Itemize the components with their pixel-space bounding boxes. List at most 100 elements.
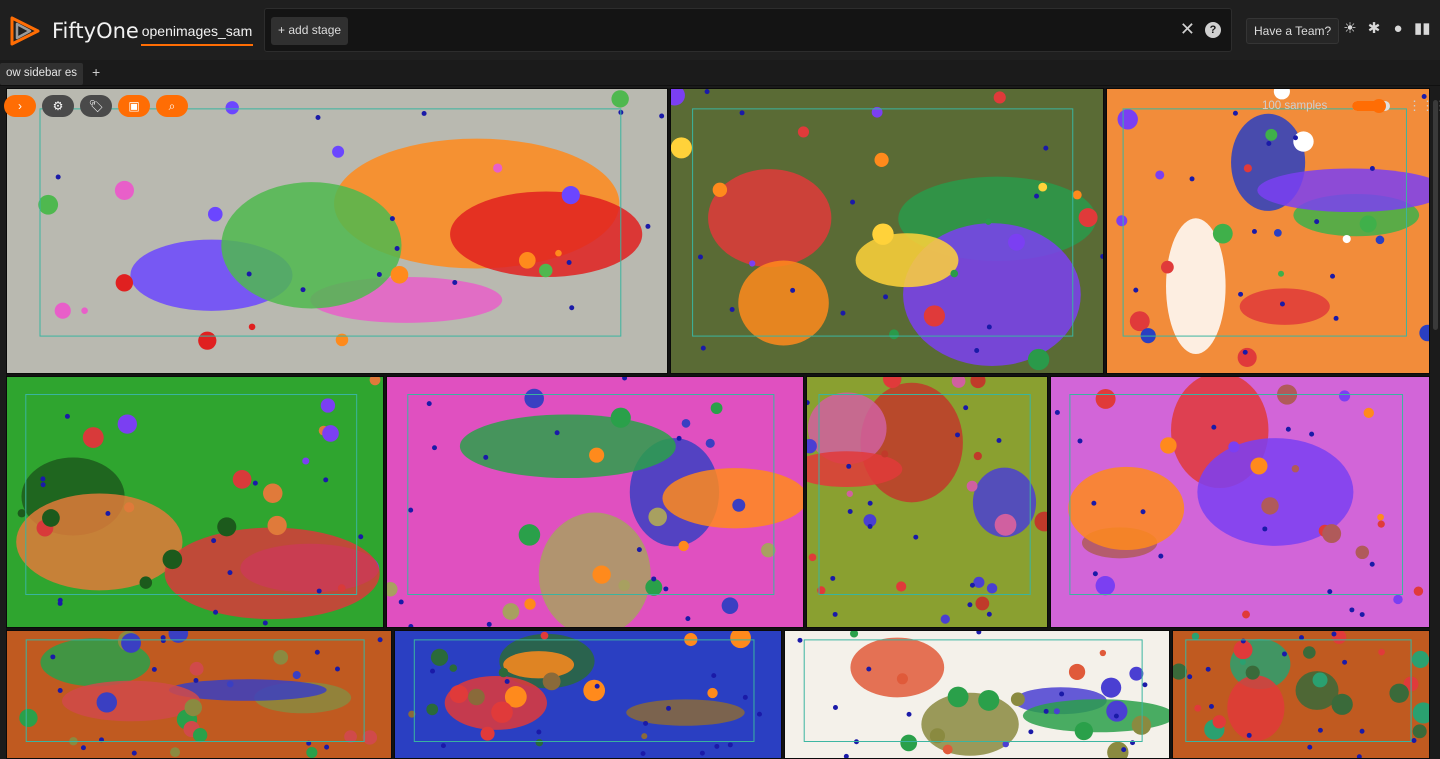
mask-fragment <box>900 734 918 752</box>
search-icon[interactable]: ⌕ <box>156 95 188 117</box>
new-panel-button[interactable]: + <box>92 64 100 80</box>
slack-icon[interactable]: ✱ <box>1366 20 1382 38</box>
settings-icon[interactable]: ⚙ <box>42 95 74 117</box>
sample-tile-dog-standing[interactable] <box>806 376 1048 628</box>
sample-tile-dog-head[interactable] <box>1172 630 1430 759</box>
mask-fragment <box>761 542 776 558</box>
keypoint <box>1043 145 1049 151</box>
github-icon[interactable]: ● <box>1390 20 1406 38</box>
mask-fragment <box>162 549 183 570</box>
keypoint <box>1211 424 1217 430</box>
mask-fragment <box>449 664 458 672</box>
sample-tile-airplane[interactable] <box>6 88 668 374</box>
keypoint <box>676 435 682 441</box>
keypoint <box>666 705 672 711</box>
fiftyone-logo[interactable] <box>8 14 42 48</box>
mask-fragment <box>170 747 181 758</box>
keypoint <box>1142 682 1148 688</box>
segmentation-overlay <box>395 631 781 758</box>
zoom-slider-knob[interactable] <box>1371 99 1386 113</box>
sample-tile-airplane-sky[interactable] <box>1050 376 1430 628</box>
mask-fragment <box>518 524 541 546</box>
segmentation-overlay <box>671 89 1103 373</box>
mask-fragment <box>986 583 998 594</box>
sample-tile-trees[interactable] <box>394 630 782 759</box>
clear-view-icon[interactable]: ✕ <box>1180 19 1195 40</box>
mask-fragment <box>1243 164 1252 173</box>
mask-region <box>738 260 829 346</box>
segmentation-overlay <box>1173 631 1429 758</box>
keypoint <box>486 621 492 627</box>
mask-fragment <box>1155 170 1165 180</box>
mask-fragment <box>430 648 449 666</box>
theme-icon[interactable]: ☀ <box>1342 20 1358 38</box>
keypoint <box>1359 612 1365 618</box>
tag-icon[interactable]: 🏷 <box>80 95 112 117</box>
dataset-selector[interactable]: openimages_sam <box>141 14 253 46</box>
add-stage-button[interactable]: + add stage <box>271 17 349 45</box>
keypoint <box>830 575 836 581</box>
mask-fragment <box>940 614 950 624</box>
keypoint <box>739 110 745 116</box>
keypoint <box>1317 727 1323 733</box>
show-sidebar-button[interactable]: › <box>4 95 36 117</box>
mask-fragment <box>707 687 718 699</box>
keypoint <box>963 405 969 411</box>
selection-icon[interactable]: ▣ <box>118 95 150 117</box>
mask-fragment <box>1038 182 1048 192</box>
mask-fragment <box>1322 524 1342 544</box>
mask-fragment <box>1068 663 1086 680</box>
sample-tile-field-people[interactable] <box>6 630 392 759</box>
mask-fragment <box>1312 672 1328 688</box>
grid-scrollbar[interactable] <box>1433 100 1438 330</box>
mask-fragment <box>896 581 907 592</box>
mask-fragment <box>994 513 1017 536</box>
keypoint <box>996 437 1002 443</box>
tooltip-suffix: es <box>64 67 77 79</box>
top-navigation-bar: FiftyOne openimages_sam + add stage ✕ ? … <box>0 0 1440 60</box>
sample-tile-fighters-poster[interactable] <box>1106 88 1430 374</box>
mask-fragment <box>1363 407 1374 419</box>
have-a-team-button[interactable]: Have a Team? <box>1246 18 1340 44</box>
segmentation-overlay <box>7 89 667 373</box>
keypoint <box>430 668 436 674</box>
keypoint <box>324 744 330 750</box>
keypoint <box>300 287 306 293</box>
keypoint <box>645 223 651 229</box>
mask-fragment <box>1303 646 1316 659</box>
mask-fragment <box>1273 229 1282 237</box>
mask-region <box>1227 675 1285 741</box>
mask-fragment <box>993 91 1006 104</box>
zoom-slider[interactable] <box>1352 99 1390 113</box>
mask-region <box>662 468 803 529</box>
sample-tile-tabletop[interactable] <box>784 630 1170 759</box>
sample-tile-dog-lying[interactable] <box>386 376 804 628</box>
sample-tile-berries-branch[interactable] <box>670 88 1104 374</box>
mask-fragment <box>1117 109 1138 130</box>
keypoint <box>389 216 395 222</box>
sample-tile-dog-grass[interactable] <box>6 376 384 628</box>
keypoint <box>314 649 320 655</box>
keypoint <box>377 637 383 643</box>
mask-fragment <box>973 576 985 588</box>
docs-icon[interactable]: ▮▮ <box>1414 20 1431 38</box>
mask-fragment <box>524 388 544 409</box>
keypoint <box>1359 728 1365 734</box>
keypoint <box>408 507 414 513</box>
mask-fragment <box>42 509 60 527</box>
keypoint <box>967 602 973 608</box>
mask-fragment <box>1106 700 1128 722</box>
help-icon[interactable]: ? <box>1205 22 1221 38</box>
mask-fragment <box>1250 457 1268 475</box>
mask-fragment <box>121 633 142 653</box>
mask-fragment <box>226 680 234 688</box>
keypoint <box>105 510 111 516</box>
sample-grid <box>6 88 1430 759</box>
mask-fragment <box>589 447 605 463</box>
mask-fragment <box>362 730 378 745</box>
mask-fragment <box>1116 215 1128 227</box>
mask-fragment <box>1078 208 1098 228</box>
keypoint <box>50 654 56 660</box>
keypoint <box>246 271 252 277</box>
mask-fragment <box>1261 497 1279 515</box>
